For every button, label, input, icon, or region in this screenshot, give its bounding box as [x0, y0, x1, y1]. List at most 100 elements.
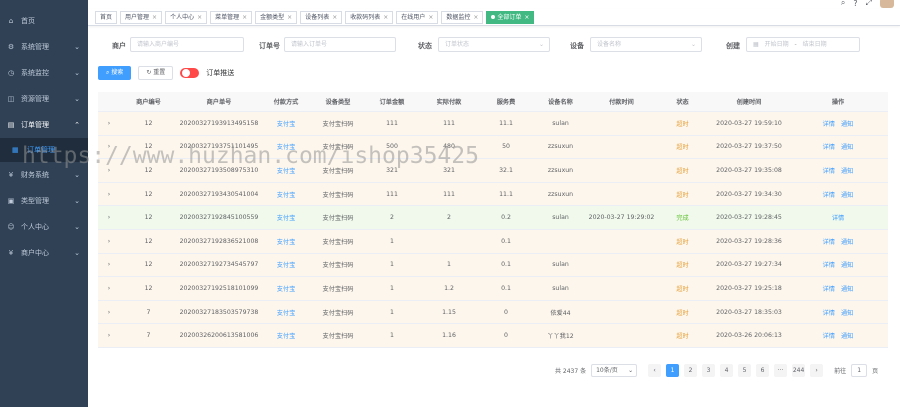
notify-link[interactable]: 通知 — [841, 333, 853, 340]
avatar[interactable] — [880, 0, 894, 8]
prev-page-button[interactable]: ‹ — [648, 364, 662, 377]
notify-link[interactable]: 通知 — [841, 144, 853, 151]
column-header: 商户编号 — [136, 99, 161, 106]
notify-link[interactable]: 通知 — [841, 121, 853, 128]
detail-link[interactable]: 详情 — [823, 333, 835, 340]
notify-link[interactable]: 通知 — [841, 168, 853, 175]
detail-link[interactable]: 详情 — [823, 192, 835, 199]
tab-5[interactable]: 设备列表 × — [300, 10, 343, 24]
detail-link[interactable]: 详情 — [823, 121, 835, 128]
order-input[interactable]: 请输入订单号 — [284, 37, 396, 52]
detail-link[interactable]: 详情 — [823, 144, 835, 151]
row-actions: 详情 通知 — [788, 119, 888, 128]
cell-fee: 32.1 — [499, 166, 513, 174]
cell-fee: 11.1 — [499, 190, 513, 198]
detail-link[interactable]: 详情 — [823, 286, 835, 293]
sidebar-item-monitor[interactable]: ◷ 系统监控 ⌄ — [0, 60, 88, 86]
notify-link[interactable]: 通知 — [841, 192, 853, 199]
close-icon[interactable]: × — [152, 14, 157, 21]
close-icon[interactable]: × — [428, 14, 433, 21]
expand-chevron-icon[interactable]: › — [98, 191, 120, 198]
goto-page-input[interactable]: 1 — [851, 364, 868, 377]
row-actions: 详情 通知 — [788, 190, 888, 199]
close-icon[interactable]: × — [242, 14, 247, 21]
date-range-picker[interactable]: ▦ 开始日期 - 结束日期 — [746, 37, 860, 52]
device-select[interactable]: 设备名称 ⌄ — [590, 37, 702, 52]
page-button[interactable]: 5 — [738, 364, 752, 377]
cell-pay: 支付宝 — [276, 262, 296, 270]
start-date-input[interactable]: 开始日期 — [765, 41, 789, 48]
goto-suffix: 页 — [872, 368, 879, 375]
page-button[interactable]: 3 — [702, 364, 716, 377]
tab-0[interactable]: 首页 — [95, 10, 118, 24]
page-button[interactable]: 6 — [756, 364, 770, 377]
detail-link[interactable]: 详情 — [832, 215, 844, 222]
sidebar-item-home[interactable]: ⌂ 首页 — [0, 8, 88, 34]
fullscreen-icon[interactable]: ⤢ — [866, 0, 872, 8]
tab-4[interactable]: 金额类型 × — [255, 10, 298, 24]
detail-link[interactable]: 详情 — [823, 239, 835, 246]
close-icon[interactable]: × — [383, 14, 388, 21]
notify-link[interactable]: 通知 — [841, 262, 853, 269]
sidebar-item-merchant[interactable]: ¥ 商户中心 ⌄ — [0, 240, 88, 266]
order-push-toggle[interactable] — [180, 68, 200, 78]
tab-6[interactable]: 收款码列表 × — [345, 10, 394, 24]
page-button[interactable]: 1 — [666, 364, 680, 377]
end-date-input[interactable]: 结束日期 — [803, 41, 827, 48]
close-icon[interactable]: × — [287, 14, 292, 21]
page-button[interactable]: 4 — [720, 364, 734, 377]
expand-chevron-icon[interactable]: › — [98, 238, 120, 245]
close-icon[interactable]: × — [197, 14, 202, 21]
sidebar-item-type[interactable]: ▣ 类型管理 ⌄ — [0, 188, 88, 214]
order-label: 订单号 — [259, 42, 280, 50]
sidebar: ⌂ 首页 ⚙ 系统管理 ⌄ ◷ 系统监控 ⌄ ◫ 资源管理 ⌄ ▤ 订单管理 ⌃ ▦ 订单管理 ¥ 财务系统… — [0, 0, 88, 407]
page-button[interactable]: 244 — [792, 364, 806, 377]
status-select[interactable]: 订单状态 ⌄ — [438, 37, 550, 52]
tab-3[interactable]: 菜单管理 × — [210, 10, 253, 24]
reset-button-label: 重置 — [153, 69, 166, 76]
close-icon[interactable]: × — [332, 14, 337, 21]
sidebar-item-user[interactable]: ☺ 个人中心 ⌄ — [0, 214, 88, 240]
sidebar-item-resource[interactable]: ◫ 资源管理 ⌄ — [0, 86, 88, 112]
detail-link[interactable]: 详情 — [823, 310, 835, 317]
tab-7[interactable]: 在线用户 × — [396, 10, 439, 24]
column-header: 付款时间 — [609, 99, 634, 106]
detail-link[interactable]: 详情 — [823, 168, 835, 175]
cell-created: 2020-03-27 18:35:03 — [716, 308, 782, 316]
tab-8[interactable]: 数据监控 × — [441, 10, 484, 24]
search-icon[interactable]: ⌕ — [841, 0, 845, 8]
table-row: › 12 20200327192836521008 支付宝 支付宝扫码 1 0.1 超时 202… — [98, 229, 888, 254]
expand-chevron-icon[interactable]: › — [98, 120, 120, 127]
close-icon[interactable]: × — [524, 14, 529, 21]
cell-amount: 2 — [390, 214, 394, 222]
tab-2[interactable]: 个人中心 × — [165, 10, 208, 24]
merchant-input[interactable]: 请输入商户编号 — [130, 37, 244, 52]
page-size-select[interactable]: 10条/页 ⌄ — [591, 364, 638, 377]
sidebar-item-gear[interactable]: ⚙ 系统管理 ⌄ — [0, 34, 88, 60]
help-icon[interactable]: ? — [853, 0, 857, 8]
sidebar-item-label: 系统管理 — [21, 43, 49, 51]
page-button[interactable]: 2 — [684, 364, 698, 377]
tab-9[interactable]: 全部订单 × — [486, 10, 535, 24]
order-icon: ▤ — [7, 121, 15, 129]
next-page-button[interactable]: › — [810, 364, 824, 377]
sidebar-item-order[interactable]: ▤ 订单管理 ⌃ — [0, 112, 88, 138]
sidebar-item-label: 商户中心 — [21, 249, 49, 257]
column-header: 设备名称 — [548, 99, 573, 106]
notify-link[interactable]: 通知 — [841, 310, 853, 317]
expand-chevron-icon[interactable]: › — [98, 309, 120, 316]
search-button[interactable]: ⌕ 搜索 — [98, 66, 132, 80]
notify-link[interactable]: 通知 — [841, 286, 853, 293]
notify-link[interactable]: 通知 — [841, 239, 853, 246]
close-icon[interactable]: × — [473, 14, 478, 21]
tab-1[interactable]: 用户管理 × — [120, 10, 163, 24]
reset-button[interactable]: ↻ 重置 — [138, 66, 174, 80]
row-actions: 详情 通知 — [788, 331, 888, 340]
expand-chevron-icon[interactable]: › — [98, 285, 120, 292]
goto-label: 前往 — [834, 368, 847, 375]
page-button[interactable]: ··· — [774, 364, 788, 377]
expand-chevron-icon[interactable]: › — [98, 332, 120, 339]
expand-chevron-icon[interactable]: › — [98, 261, 120, 268]
detail-link[interactable]: 详情 — [823, 262, 835, 269]
expand-chevron-icon[interactable]: › — [98, 214, 120, 221]
